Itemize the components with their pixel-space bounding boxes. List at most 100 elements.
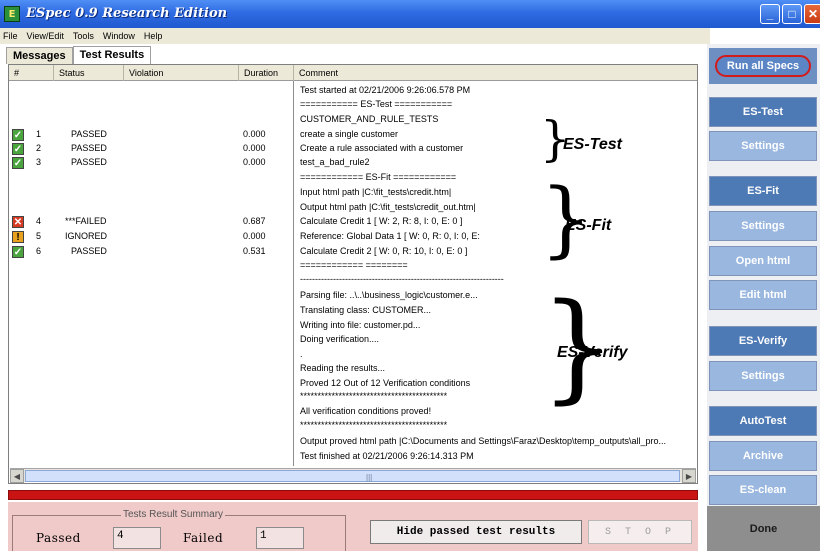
- column-header-duration[interactable]: Duration: [239, 65, 294, 81]
- column-header-violation[interactable]: Violation: [124, 65, 239, 81]
- column-header-number[interactable]: #: [9, 65, 54, 81]
- scroll-thumb[interactable]: |||: [25, 470, 680, 482]
- annotation-es-test: ES-Test: [563, 136, 622, 153]
- menu-tools[interactable]: Tools: [73, 31, 94, 41]
- comment-line: Writing into file: customer.pd...: [300, 320, 421, 330]
- es-test-settings-button[interactable]: Settings: [709, 131, 817, 161]
- menu-window[interactable]: Window: [103, 31, 135, 41]
- row-number: 2: [36, 143, 42, 153]
- scroll-left-icon[interactable]: ◀: [10, 469, 24, 483]
- es-verify-button[interactable]: ES-Verify: [709, 326, 817, 356]
- autotest-button[interactable]: AutoTest: [709, 406, 817, 436]
- comment-line: All verification conditions proved!: [300, 406, 432, 416]
- check-icon: ✓: [12, 157, 24, 169]
- comment-line: Doing verification....: [300, 334, 380, 344]
- comment-line: ****************************************…: [300, 391, 448, 401]
- action-sidebar: Run all Specs ES-Test Settings ES-Fit Se…: [707, 44, 820, 551]
- comment-line: Reading the results...: [300, 363, 386, 373]
- stop-button[interactable]: S T O P: [588, 520, 692, 544]
- close-button[interactable]: ✕: [804, 4, 820, 24]
- failed-count-field[interactable]: 1: [256, 527, 304, 549]
- open-html-button[interactable]: Open html: [709, 246, 817, 276]
- row-duration: 0.000: [243, 157, 266, 167]
- comment-line: Reference: Global Data 1 [ W: 0, R: 0, I…: [300, 231, 480, 241]
- horizontal-scrollbar[interactable]: ◀ ||| ▶: [10, 468, 696, 483]
- row-status: IGNORED: [65, 231, 108, 241]
- row-status: PASSED: [71, 143, 107, 153]
- comment-line: Translating class: CUSTOMER...: [300, 305, 432, 315]
- comment-line: Test started at 02/21/2006 9:26:06.578 P…: [300, 85, 471, 95]
- row-duration: 0.531: [243, 246, 266, 256]
- run-all-specs-button[interactable]: Run all Specs: [715, 55, 811, 77]
- done-button[interactable]: Done: [707, 506, 820, 551]
- row-duration: 0.000: [243, 129, 266, 139]
- test-status-bar: [8, 490, 698, 500]
- comment-line: ----------------------------------------…: [300, 274, 504, 284]
- test-results-panel: # Status Violation Duration Comment ✓ 1 …: [8, 64, 698, 484]
- comment-line: Output html path |C:\fit_tests\credit_ou…: [300, 202, 476, 212]
- tab-messages[interactable]: Messages: [6, 47, 73, 64]
- maximize-button[interactable]: □: [782, 4, 802, 24]
- row-number: 3: [36, 157, 42, 167]
- comment-line: ****************************************…: [300, 420, 448, 430]
- es-fit-settings-button[interactable]: Settings: [709, 211, 817, 241]
- comment-line: Parsing file: ..\..\business_logic\custo…: [300, 290, 478, 300]
- edit-html-button[interactable]: Edit html: [709, 280, 817, 310]
- x-icon: ✕: [12, 216, 24, 228]
- row-number: 5: [36, 231, 42, 241]
- tab-test-results[interactable]: Test Results: [72, 46, 152, 65]
- archive-button[interactable]: Archive: [709, 441, 817, 471]
- row-number: 4: [36, 216, 42, 226]
- menu-help[interactable]: Help: [144, 31, 163, 41]
- row-duration: 0.000: [243, 143, 266, 153]
- annotation-es-verify: ES-Verify: [557, 344, 628, 361]
- minimize-button[interactable]: _: [760, 4, 780, 24]
- row-number: 1: [36, 129, 42, 139]
- menu-file[interactable]: File: [3, 31, 18, 41]
- annotation-es-fit: ES-Fit: [565, 217, 612, 234]
- check-icon: ✓: [12, 129, 24, 141]
- window-title: ESpec 0.9 Research Edition: [26, 6, 228, 21]
- passed-count-field[interactable]: 4: [113, 527, 161, 549]
- hide-passed-button[interactable]: Hide passed test results: [370, 520, 582, 544]
- title-bar: E ESpec 0.9 Research Edition _ □ ✕: [0, 0, 820, 28]
- table-row[interactable]: ✓ 2 PASSED 0.000: [9, 143, 292, 156]
- row-duration: 0.687: [243, 216, 266, 226]
- es-fit-button[interactable]: ES-Fit: [709, 176, 817, 206]
- comment-line: ============ ES-Fit ============: [300, 172, 457, 182]
- scroll-right-icon[interactable]: ▶: [682, 469, 696, 483]
- tab-strip: Messages Test Results: [6, 45, 152, 65]
- comment-line: CUSTOMER_AND_RULE_TESTS: [300, 114, 439, 124]
- row-status: PASSED: [71, 129, 107, 139]
- comment-line: Proved 12 Out of 12 Verification conditi…: [300, 378, 471, 388]
- table-row[interactable]: ! 5 IGNORED 0.000: [9, 231, 292, 244]
- comment-line: create a single customer: [300, 129, 399, 139]
- table-row[interactable]: ✓ 1 PASSED 0.000: [9, 129, 292, 142]
- passed-label: Passed: [36, 531, 81, 545]
- failed-label: Failed: [183, 531, 224, 545]
- comment-line: Calculate Credit 1 [ W: 2, R: 8, I: 0, E…: [300, 216, 463, 226]
- warning-icon: !: [12, 231, 24, 243]
- menu-view-edit[interactable]: View/Edit: [27, 31, 64, 41]
- app-icon: E: [4, 6, 20, 22]
- es-clean-button[interactable]: ES-clean: [709, 475, 817, 505]
- run-all-container: Run all Specs: [709, 48, 817, 84]
- grip-icon: |||: [366, 473, 373, 482]
- column-header-status[interactable]: Status: [54, 65, 124, 81]
- bottom-panel: Tests Result Summary Passed 4 Failed 1 H…: [8, 502, 698, 551]
- summary-title: Tests Result Summary: [121, 509, 226, 520]
- comment-line: test_a_bad_rule2: [300, 157, 370, 167]
- comment-line: Create a rule associated with a customer: [300, 143, 464, 153]
- table-row[interactable]: ✕ 4 ***FAILED 0.687: [9, 216, 292, 229]
- check-icon: ✓: [12, 143, 24, 155]
- row-number: 6: [36, 246, 42, 256]
- es-verify-settings-button[interactable]: Settings: [709, 361, 817, 391]
- check-icon: ✓: [12, 246, 24, 258]
- comment-line: ============ ========: [300, 260, 408, 270]
- table-row[interactable]: ✓ 3 PASSED 0.000: [9, 157, 292, 170]
- table-row[interactable]: ✓ 6 PASSED 0.531: [9, 246, 292, 259]
- column-header-comment[interactable]: Comment: [294, 65, 697, 81]
- es-test-button[interactable]: ES-Test: [709, 97, 817, 127]
- comment-line: Test finished at 02/21/2006 9:26:14.313 …: [300, 451, 474, 461]
- comment-line: .: [300, 349, 303, 359]
